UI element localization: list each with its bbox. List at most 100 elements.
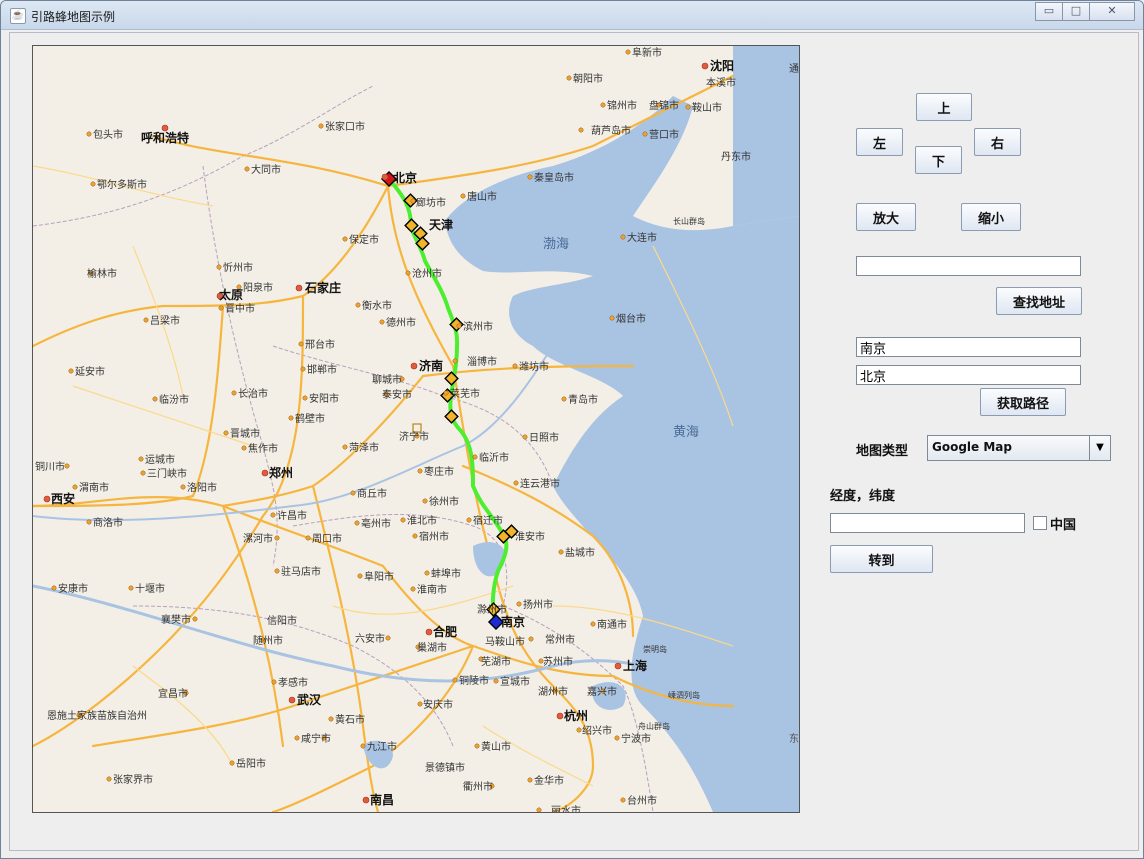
city-label: 张家界市 (113, 773, 153, 786)
city-label: 邢台市 (305, 338, 335, 351)
city-label: 信阳市 (267, 614, 297, 627)
minimize-button[interactable]: ▭ (1035, 2, 1063, 21)
city-label: 鹤壁市 (295, 412, 325, 425)
city-label: 通 (789, 63, 799, 75)
city-label: 秦皇岛市 (534, 171, 574, 184)
china-checkbox-label: 中国 (1050, 518, 1077, 533)
city-label: 安庆市 (423, 698, 453, 711)
city-label: 九江市 (367, 740, 397, 753)
coordinates-label: 经度，纬度 (830, 489, 896, 504)
map-type-select[interactable]: Google Map ▼ (927, 435, 1111, 461)
city-label: 扬州市 (523, 598, 553, 611)
city-label: 济南 (419, 358, 443, 373)
route-waypoint (404, 218, 419, 233)
zoom-in-button[interactable]: 放大 (856, 203, 916, 231)
close-button[interactable]: ✕ (1089, 2, 1135, 21)
city-label: 台州市 (627, 794, 657, 807)
city-label: 焦作市 (248, 442, 278, 455)
address-input[interactable] (856, 256, 1081, 276)
city-label: 鄂尔多斯市 (97, 178, 147, 191)
city-label: 铜川市 (35, 460, 65, 473)
city-label: 马鞍山市 (485, 635, 525, 648)
pan-up-button[interactable]: 上 (916, 93, 972, 121)
city-label: 郑州 (269, 465, 293, 480)
city-label: 黄石市 (335, 713, 365, 726)
map-canvas[interactable]: 北京 天津 石家庄 太原 济南 郑州 西安 武汉 合肥 南京 上海 杭州 呼和浩… (33, 46, 799, 812)
city-label: 安阳市 (309, 392, 339, 405)
city-label: 亳州市 (361, 517, 391, 530)
city-label: 连云港市 (520, 477, 560, 490)
city-label: 潍坊市 (519, 360, 549, 373)
city-label: 上海 (623, 658, 647, 673)
city-label: 湖州市 (538, 685, 568, 698)
city-label: 宿迁市 (473, 514, 503, 527)
city-label: 阜新市 (632, 46, 662, 59)
city-label: 朝阳市 (573, 72, 603, 85)
city-label: 莱芜市 (450, 387, 480, 400)
city-label: 邯郸市 (307, 363, 337, 376)
city-label: 淄博市 (467, 355, 497, 368)
city-label: 芜湖市 (481, 655, 511, 668)
maximize-button[interactable]: □ (1062, 2, 1090, 21)
pan-down-button[interactable]: 下 (915, 146, 962, 174)
city-label: 铜陵市 (459, 674, 489, 687)
city-label: 日照市 (529, 431, 559, 444)
city-label: 许昌市 (277, 509, 307, 522)
city-label: 忻州市 (223, 261, 253, 274)
city-label: 驻马店市 (281, 565, 321, 578)
route-end-input[interactable] (856, 365, 1081, 385)
city-label: 济宁市 (399, 430, 429, 443)
get-route-button[interactable]: 获取路径 (980, 388, 1066, 416)
map-view[interactable]: 北京 天津 石家庄 太原 济南 郑州 西安 武汉 合肥 南京 上海 杭州 呼和浩… (32, 45, 800, 813)
sea-label: 黄海 (673, 425, 699, 440)
city-label: 聊城市 (372, 373, 402, 386)
city-label: 营口市 (649, 128, 679, 141)
city-label: 安康市 (58, 582, 88, 595)
city-label: 三门峡市 (147, 467, 187, 480)
city-label: 十堰市 (135, 582, 165, 595)
city-label: 沧州市 (412, 267, 442, 280)
city-label: 延安市 (75, 365, 105, 378)
city-label: 黄山市 (481, 740, 511, 753)
pan-left-button[interactable]: 左 (856, 128, 903, 156)
city-label: 枣庄市 (424, 465, 454, 478)
city-label: 襄樊市 (161, 613, 191, 626)
city-label: 商丘市 (357, 487, 387, 500)
city-label: 景德镇市 (425, 761, 465, 774)
city-label: 沈阳 (710, 58, 734, 73)
city-label: 淮北市 (407, 514, 437, 527)
city-label: 鞍山市 (692, 101, 722, 114)
city-label: 舟山群岛 (638, 721, 670, 731)
city-label: 东 (789, 732, 799, 745)
city-label: 南通市 (597, 618, 627, 631)
city-label: 长治市 (238, 387, 268, 400)
chevron-down-icon[interactable]: ▼ (1089, 436, 1110, 460)
city-label: 洛阳市 (187, 481, 217, 494)
city-label: 合肥 (433, 624, 457, 639)
city-label: 随州市 (253, 634, 283, 647)
goto-button[interactable]: 转到 (830, 545, 933, 573)
china-checkbox[interactable] (1033, 516, 1047, 530)
city-label: 泰安市 (382, 388, 412, 401)
route-start-input[interactable] (856, 337, 1081, 357)
city-label: 苏州市 (543, 655, 573, 668)
find-address-button[interactable]: 查找地址 (996, 287, 1082, 315)
title-bar: ☕ 引路蜂地图示例 ▭ □ ✕ (1, 1, 1143, 30)
city-label: 张家口市 (325, 120, 365, 133)
pan-right-button[interactable]: 右 (974, 128, 1021, 156)
city-label: 宣城市 (500, 675, 530, 688)
city-label: 临汾市 (159, 393, 189, 406)
city-label: 岳阳市 (236, 757, 266, 770)
city-label: 淮安市 (515, 530, 545, 543)
zoom-out-button[interactable]: 缩小 (961, 203, 1021, 231)
city-label: 石家庄 (304, 280, 341, 295)
city-label: 晋城市 (230, 427, 260, 440)
coordinates-input[interactable] (830, 513, 1025, 533)
city-label: 金华市 (534, 774, 564, 787)
city-label: 嵊泗列岛 (668, 690, 700, 700)
city-label: 嘉兴市 (587, 685, 617, 698)
city-label: 保定市 (349, 233, 379, 246)
city-label: 唐山市 (467, 190, 497, 203)
city-label: 滁州市 (477, 603, 507, 616)
city-label: 盘锦市 (649, 99, 679, 112)
